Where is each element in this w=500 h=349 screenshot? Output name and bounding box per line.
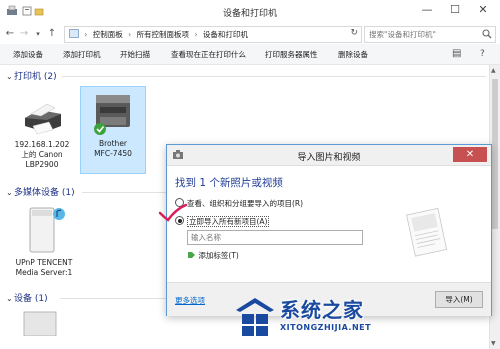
option-import-all[interactable]: 立即导入所有新项目(A) [175, 216, 270, 227]
search-input[interactable] [369, 28, 477, 40]
title-bar: 设备和打印机 — ☐ ✕ [0, 0, 500, 25]
device-brother-mfc7450[interactable]: Brother MFC-7450 [80, 86, 146, 174]
search-box[interactable] [364, 26, 496, 43]
option-review-organize[interactable]: 查看、组织和分组要导入的项目(R) [175, 198, 303, 209]
remove-device-button[interactable]: 删除设备 [338, 49, 368, 60]
media-server-icon [29, 207, 65, 253]
watermark-url: XITONGZHIJIA.NET [280, 323, 372, 332]
multifunction-printer-icon [94, 95, 130, 135]
group-header-media[interactable]: ⌄多媒体设备 (1) [6, 185, 75, 198]
breadcrumb-separator-icon: › [194, 30, 198, 39]
dialog-title-bar: 导入图片和视频 ✕ [167, 145, 491, 166]
watermark: 系统之家 XITONGZHIJIA.NET [228, 290, 428, 346]
dialog-title: 导入图片和视频 [297, 153, 361, 163]
close-window-button[interactable]: ✕ [470, 0, 496, 20]
group-title: 多媒体设备 (1) [14, 188, 75, 198]
device-upnp-tencent-media-server[interactable]: UPnP TENCENT Media Server:1 [8, 200, 80, 284]
device-canon-lbp2900[interactable]: 192.168.1.202 上的 Canon LBP2900 [12, 92, 72, 182]
search-icon[interactable] [482, 29, 492, 39]
collapse-chevron-icon[interactable]: ⌄ [6, 72, 14, 81]
scrollbar-thumb[interactable] [492, 79, 498, 229]
start-scan-button[interactable]: 开始扫描 [120, 49, 150, 60]
group-divider [62, 76, 486, 77]
tag-icon [188, 252, 195, 258]
import-button[interactable]: 导入(M) [435, 291, 483, 308]
breadcrumb-control-panel[interactable]: 控制面板 [93, 30, 123, 39]
import-preview-icon [406, 207, 448, 257]
more-options-link[interactable]: 更多选项 [175, 295, 205, 306]
printer-icon [25, 103, 61, 135]
breadcrumb: › 控制面板 › 所有控制面板项 › 设备和打印机 [69, 29, 248, 40]
name-field[interactable] [187, 230, 363, 245]
collapse-chevron-icon[interactable]: ⌄ [6, 188, 14, 197]
add-tags-label: 添加标签(T) [198, 251, 239, 260]
group-divider [82, 192, 166, 193]
breadcrumb-separator-icon: › [128, 30, 132, 39]
control-panel-icon [69, 29, 79, 38]
dialog-close-button[interactable]: ✕ [453, 147, 487, 162]
address-row: ← → ▾ ↑ › 控制面板 › 所有控制面板项 › 设备和打印机 ↻ [0, 24, 500, 44]
back-button[interactable]: ← [4, 27, 16, 41]
option-label: 立即导入所有新项目(A) [187, 216, 270, 227]
forward-button[interactable]: → [18, 27, 30, 41]
add-device-button[interactable]: 添加设备 [13, 49, 43, 60]
watermark-logo-icon [236, 298, 274, 336]
breadcrumb-all-items[interactable]: 所有控制面板项 [137, 30, 190, 39]
group-header-printers[interactable]: ⌄打印机 (2) [6, 69, 57, 82]
device-label: 192.168.1.202 上的 Canon LBP2900 [14, 140, 70, 169]
help-icon[interactable]: ? [480, 49, 485, 59]
group-title: 设备 (1) [14, 294, 48, 304]
add-printer-button[interactable]: 添加打印机 [63, 49, 101, 60]
refresh-button[interactable]: ↻ [350, 28, 358, 38]
device-label: UPnP TENCENT Media Server:1 [15, 258, 73, 277]
add-tags-link[interactable]: 添加标签(T) [187, 250, 239, 261]
devices-and-printers-window: 设备和打印机 — ☐ ✕ ← → ▾ ↑ › 控制面板 › 所有控制面板项 › … [0, 0, 500, 349]
watermark-text: 系统之家 [280, 298, 364, 322]
found-items-heading: 找到 1 个新照片或视频 [175, 177, 283, 189]
print-server-properties-button[interactable]: 打印服务器属性 [265, 49, 318, 60]
change-view-icon[interactable]: ▤ [452, 48, 461, 59]
annotation-checkmark-icon [158, 203, 188, 222]
device-label: Brother MFC-7450 [94, 139, 132, 158]
command-bar: 添加设备 添加打印机 开始扫描 查看现在正在打印什么 打印服务器属性 删除设备 … [0, 44, 500, 65]
minimize-button[interactable]: — [414, 0, 440, 20]
breadcrumb-devices-printers[interactable]: 设备和打印机 [203, 30, 248, 39]
scroll-up-icon[interactable]: ▲ [491, 67, 496, 74]
scroll-down-icon[interactable]: ▼ [491, 340, 496, 347]
group-divider [60, 298, 166, 299]
group-title: 打印机 (2) [14, 72, 57, 82]
address-bar[interactable]: › 控制面板 › 所有控制面板项 › 设备和打印机 ↻ [64, 26, 362, 43]
option-label: 查看、组织和分组要导入的项目(R) [187, 199, 304, 208]
name-input[interactable] [191, 232, 357, 242]
recent-locations-button[interactable]: ▾ [32, 27, 44, 41]
group-header-devices[interactable]: ⌄设备 (1) [6, 291, 48, 304]
collapse-chevron-icon[interactable]: ⌄ [6, 294, 14, 303]
maximize-button[interactable]: ☐ [442, 0, 468, 20]
see-whats-printing-button[interactable]: 查看现在正在打印什么 [171, 49, 246, 60]
up-button[interactable]: ↑ [46, 27, 58, 41]
breadcrumb-separator-icon: › [84, 30, 88, 39]
device-partial-icon[interactable] [18, 306, 62, 336]
